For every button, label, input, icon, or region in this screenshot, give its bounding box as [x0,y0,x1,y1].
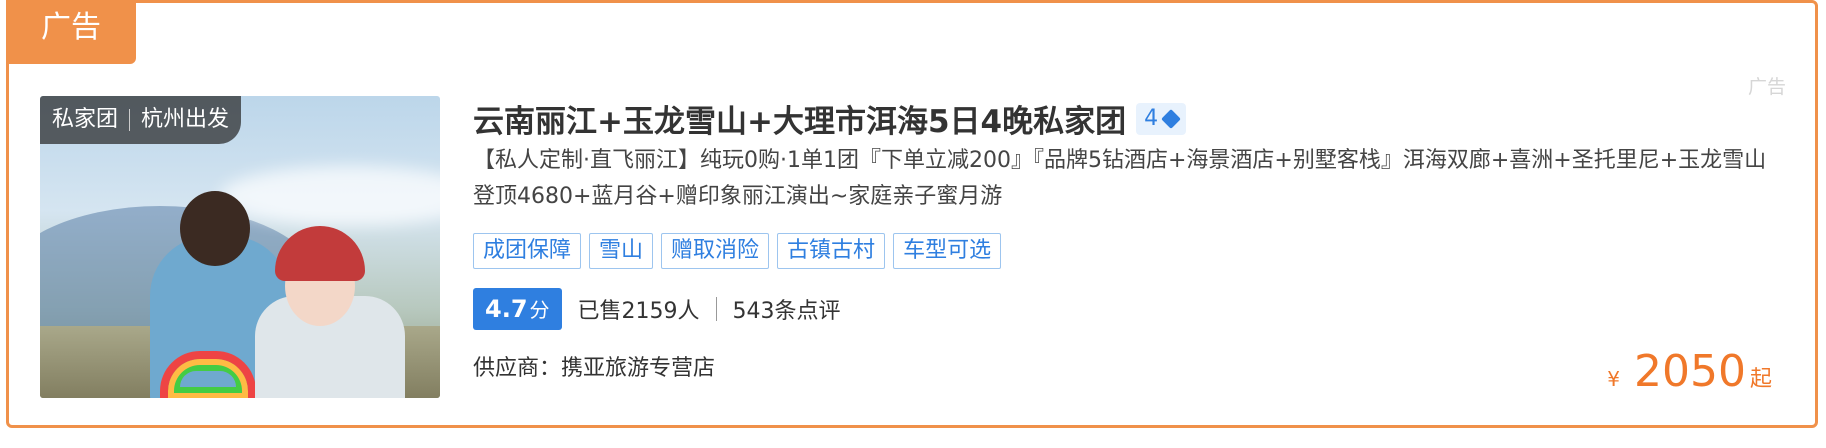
ad-corner-label: 广告 [1747,76,1786,98]
diamond-level-badge[interactable]: 4 [1136,102,1187,135]
review-count-link[interactable]: 543条点评 [733,293,841,325]
product-stats: 4.7 分 已售2159人 543条点评 [473,288,841,330]
rating-unit: 分 [529,298,550,322]
thumbnail-tag: 私家团 杭州出发 [40,96,242,144]
feature-tag: 车型可选 [893,233,1002,269]
feature-tags: 成团保障 雪山 赠取消险 古镇古村 车型可选 [473,233,1002,269]
currency-symbol: ¥ [1607,367,1620,391]
tour-type-label: 私家团 [52,107,119,132]
feature-tag: 成团保障 [473,233,582,269]
rating-score-badge: 4.7 分 [473,288,562,330]
departure-label: 杭州出发 [141,107,230,132]
supplier-label: 供应商：携亚旅游专营店 [473,356,716,381]
price-amount: 2050 [1634,346,1746,397]
level-number: 4 [1144,105,1159,131]
price-suffix: 起 [1749,367,1772,392]
feature-tag: 雪山 [589,233,654,269]
diamond-icon [1161,108,1181,129]
feature-tag: 古镇古村 [777,233,886,269]
divider [129,109,131,131]
product-description: 【私人定制·直飞丽江】纯玩0购·1单1团『下单立减200』『品牌5钻酒店+海景酒… [473,148,1767,209]
product-title[interactable]: 云南丽江+玉龙雪山+大理市洱海5日4晚私家团 [473,96,1126,141]
divider [715,297,717,321]
ad-tab-badge: 广告 [6,0,136,64]
price: ¥ 2050 起 [1607,346,1772,397]
sold-count: 已售2159人 [577,299,700,324]
rating-value: 4.7 [485,295,528,323]
feature-tag: 赠取消险 [661,233,770,269]
